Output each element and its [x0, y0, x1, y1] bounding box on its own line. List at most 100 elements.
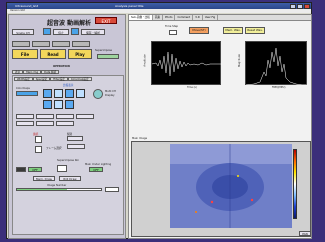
frame-select-label: フレーム選択: [46, 147, 62, 150]
mode-square-7[interactable]: [65, 100, 74, 109]
mem-wave-button[interactable]: Mem. Wav.: [223, 27, 243, 34]
ultrasound-top-band: [170, 144, 292, 164]
mode-square-2[interactable]: [54, 89, 63, 98]
read-button[interactable]: Read: [40, 49, 66, 59]
mem-draw-label: Mem. Draw: [36, 177, 52, 181]
colormap-select[interactable]: [16, 91, 38, 96]
file-button[interactable]: File: [12, 49, 38, 59]
roi-off-label: OFF: [32, 168, 38, 172]
hotspot-mark: [195, 211, 197, 213]
mem-wave-label: Mem. Wav.: [225, 28, 241, 32]
tab-main-img[interactable]: Main img: [23, 70, 42, 74]
move-st-button[interactable]: Move(ST): [189, 27, 209, 34]
right-tabs: Sub-画像・比較 画素 Photo Comment 3-D User Fig: [129, 15, 311, 21]
mode-square-6[interactable]: [54, 100, 63, 109]
superimpose-roi-label: Superimpose Roi: [57, 159, 79, 162]
single-select[interactable]: [67, 136, 83, 141]
superimpose-roi-field[interactable]: [57, 165, 67, 172]
left-control-panel: 超音波 動画解析 EXIT Single CH 停止 保存・解析 File Re…: [8, 14, 126, 239]
app-heading: 超音波 動画解析: [47, 20, 92, 27]
app-window: Ultrasound_GUI Analysis panel title Vers…: [6, 2, 312, 239]
tab-comment[interactable]: Comment: [175, 15, 194, 20]
image-number-slider[interactable]: [16, 188, 102, 191]
move-st-label: Move(ST): [192, 28, 206, 32]
option-button-6[interactable]: [36, 121, 54, 126]
spectrum-svg: [245, 47, 308, 86]
main-under-label: Main Under Lighting: [85, 163, 112, 166]
lighting-off-toggle[interactable]: OFF: [89, 167, 103, 172]
loop-checkbox[interactable]: [35, 146, 42, 153]
spectrum-plot: [245, 41, 308, 86]
roi-indicator[interactable]: [16, 167, 26, 172]
superimpose-toggle[interactable]: [97, 54, 119, 59]
main-image-panel: [131, 141, 311, 237]
roi-off-toggle[interactable]: OFF: [28, 167, 42, 172]
single-ch-selector[interactable]: Single CH: [12, 29, 34, 35]
waveform-trace: [151, 51, 222, 77]
multi-ch-label: Multi CH: [105, 90, 116, 93]
cont-checkbox[interactable]: [35, 136, 42, 143]
slot-button-3[interactable]: [52, 41, 70, 47]
tab-data-analysis[interactable]: Data 解析: [41, 70, 60, 74]
tab-user-fig[interactable]: User Fig: [203, 15, 219, 20]
roi-draw-button[interactable]: ROI Draw: [59, 176, 81, 181]
tab-pixel[interactable]: 画素: [153, 15, 164, 20]
stop-button[interactable]: 停止: [53, 29, 69, 35]
tab-width-settings[interactable]: Width設定: [14, 77, 33, 81]
maximize-button[interactable]: [297, 3, 303, 9]
save-analyze-button[interactable]: 保存・解析: [81, 29, 105, 35]
hotspot-mark: [210, 200, 214, 204]
single-ch-label: Single CH: [16, 31, 30, 35]
mode-square-5[interactable]: [43, 100, 52, 109]
slot-button-4[interactable]: [72, 41, 90, 47]
operation-panel: Width設定 Spec設定 Filter設定 Colormap設定 比較表示 …: [12, 75, 124, 235]
tab-3d[interactable]: 3-D: [193, 15, 203, 20]
slot-button-1[interactable]: [12, 41, 30, 47]
exit-button[interactable]: EXIT: [95, 17, 117, 24]
mode-square-1[interactable]: [43, 89, 52, 98]
play-button[interactable]: Play: [68, 49, 92, 59]
option-button-7[interactable]: [56, 121, 74, 126]
reset-wave-button[interactable]: Reset Wav.: [245, 27, 265, 34]
tab-sub-image-compare[interactable]: Sub-画像・比較: [129, 15, 153, 20]
stop-indicator-button[interactable]: [43, 28, 51, 35]
tab-photo[interactable]: Photo: [163, 15, 176, 20]
option-button-2[interactable]: [36, 114, 54, 119]
close-button[interactable]: [304, 3, 310, 9]
time-step-label: Time Step: [165, 25, 179, 28]
frame-select[interactable]: [67, 144, 85, 149]
mode-square-3[interactable]: [65, 89, 74, 98]
waveform-plot: [151, 41, 222, 85]
hotspot-mark: [237, 175, 239, 177]
tab-display[interactable]: 表示: [12, 70, 24, 74]
waveform-ylabel: Amplitude: [143, 54, 147, 67]
colorbar: [293, 149, 297, 219]
left-main-tabs: 表示 Main img Data 解析: [12, 70, 60, 74]
tab-filter-settings[interactable]: Filter設定: [50, 77, 68, 81]
time-step-field[interactable]: [169, 30, 177, 35]
multi-ch-knob[interactable]: [93, 89, 103, 99]
mem-draw-button[interactable]: Mem. Draw: [33, 176, 55, 181]
mode-square-4[interactable]: [76, 89, 85, 98]
image-number-label: Image Number: [47, 184, 67, 187]
superimpose-label: Superimpose: [95, 49, 113, 52]
minimize-button[interactable]: [290, 3, 296, 9]
option-button-5[interactable]: [16, 121, 34, 126]
save-indicator-button[interactable]: [71, 28, 79, 35]
option-button-4[interactable]: [76, 114, 94, 119]
left-sub-tabs: Width設定 Spec設定 Filter設定 Colormap設定: [14, 77, 92, 81]
tab-spec-settings[interactable]: Spec設定: [32, 77, 51, 81]
play-label: Play: [75, 52, 85, 57]
read-label: Read: [47, 52, 59, 57]
colormaps-label: Colormaps: [16, 87, 30, 90]
option-button-1[interactable]: [16, 114, 34, 119]
pan-button[interactable]: PAN: [299, 231, 311, 236]
display-label: Display: [105, 94, 115, 97]
option-button-3[interactable]: [56, 114, 74, 119]
spectrum-trace: [245, 47, 308, 86]
image-number-field[interactable]: [105, 187, 119, 192]
slot-button-2[interactable]: [32, 41, 50, 47]
pan-label: PAN: [302, 232, 308, 236]
ultrasound-image: [170, 144, 292, 228]
tab-colormap-settings[interactable]: Colormap設定: [67, 77, 92, 81]
